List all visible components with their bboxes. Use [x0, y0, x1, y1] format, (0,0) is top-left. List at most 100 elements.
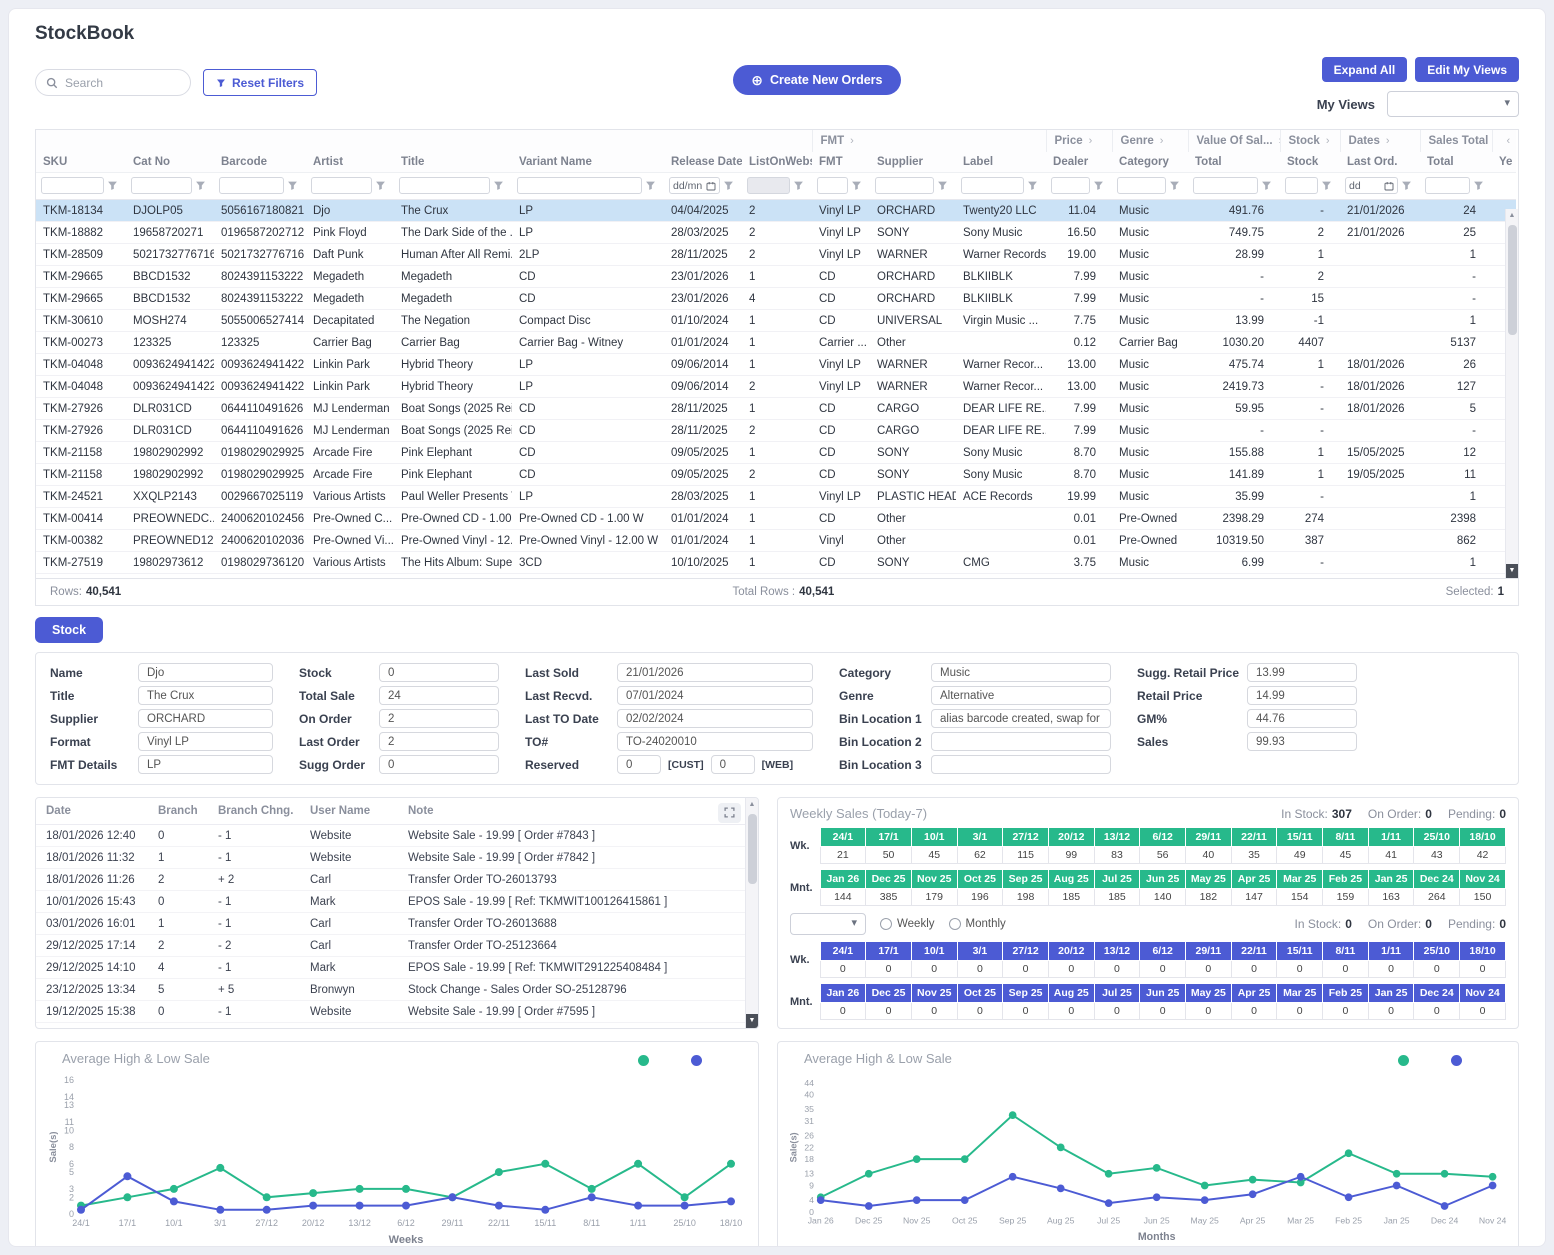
monthly-radio[interactable]: [949, 918, 961, 930]
band-chevron-icon[interactable]: ›: [1386, 135, 1390, 147]
field-input[interactable]: [931, 755, 1111, 774]
filter-input[interactable]: [223, 180, 280, 192]
history-row[interactable]: 10/01/2026 15:430- 1MarkEPOS Sale - 19.9…: [36, 891, 745, 913]
field-input[interactable]: [1247, 732, 1357, 751]
filter-funnel-icon[interactable]: [851, 180, 862, 191]
field-input[interactable]: [931, 732, 1111, 751]
table-row[interactable]: TKM-0404800936249414220093624941422Linki…: [36, 354, 1516, 376]
scroll-down-icon[interactable]: ▼: [746, 1014, 758, 1028]
scroll-down-icon[interactable]: ▼: [1506, 564, 1518, 578]
filter-funnel-icon[interactable]: [375, 180, 386, 191]
filter-funnel-icon[interactable]: [1401, 180, 1412, 191]
monthly-radio-group[interactable]: Monthly: [949, 918, 1006, 930]
filter-input[interactable]: [45, 180, 100, 192]
field-input[interactable]: [379, 663, 499, 682]
field-input[interactable]: [931, 663, 1111, 682]
vertical-scrollbar[interactable]: ▲ ▼: [1505, 209, 1518, 578]
compare-select[interactable]: ▾: [790, 913, 866, 935]
field-input[interactable]: [617, 686, 813, 705]
field-input[interactable]: [138, 663, 273, 682]
filter-input[interactable]: [821, 180, 844, 192]
filter-funnel-icon[interactable]: [1473, 180, 1484, 191]
search-input[interactable]: [65, 76, 175, 90]
scroll-up-icon[interactable]: ▲: [1506, 209, 1518, 223]
table-row[interactable]: TKM-18134DJOLP055056167180821DjoThe Crux…: [36, 200, 1516, 222]
reserved-cust-input[interactable]: [617, 755, 661, 774]
field-input[interactable]: [138, 755, 273, 774]
filter-funnel-icon[interactable]: [287, 180, 298, 191]
column-header[interactable]: FMT: [812, 152, 870, 173]
field-input[interactable]: [617, 663, 813, 682]
band-header[interactable]: Value Of Sal...›: [1188, 130, 1280, 152]
band-header[interactable]: Genre›: [1112, 130, 1188, 152]
table-row[interactable]: TKM-30610MOSH2745055006527414Decapitated…: [36, 310, 1516, 332]
band-chevron-icon[interactable]: ›: [1160, 135, 1164, 147]
table-row[interactable]: TKM-29665BBCD15328024391153222MegadethMe…: [36, 266, 1516, 288]
column-header[interactable]: Variant Name: [512, 152, 664, 173]
filter-input[interactable]: [135, 180, 188, 192]
column-header[interactable]: Category: [1112, 152, 1188, 173]
band-header[interactable]: Dates›: [1340, 130, 1420, 152]
field-input[interactable]: [379, 686, 499, 705]
stock-tab[interactable]: Stock: [35, 617, 103, 643]
table-row[interactable]: TKM-00273123325123325Carrier BagCarrier …: [36, 332, 1516, 354]
filter-funnel-icon[interactable]: [1261, 180, 1272, 191]
band-chevron-icon[interactable]: ‹: [1507, 135, 1511, 147]
filter-funnel-icon[interactable]: [1093, 180, 1104, 191]
table-row[interactable]: TKM-18882196587202710196587202712Pink Fl…: [36, 222, 1516, 244]
history-row[interactable]: 23/12/2025 13:345+ 5BronwynStock Change …: [36, 979, 745, 1001]
filter-input[interactable]: [315, 180, 368, 192]
filter-funnel-icon[interactable]: [107, 180, 118, 191]
filter-input[interactable]: [1289, 180, 1314, 192]
filter-funnel-icon[interactable]: [793, 180, 804, 191]
table-row[interactable]: TKM-0404800936249414220093624941422Linki…: [36, 376, 1516, 398]
filter-funnel-icon[interactable]: [723, 180, 734, 191]
column-header[interactable]: Cat No: [126, 152, 214, 173]
table-row[interactable]: TKM-27926DLR031CD0644110491626MJ Lenderm…: [36, 398, 1516, 420]
filter-input[interactable]: [1121, 180, 1162, 192]
band-chevron-icon[interactable]: ›: [1326, 135, 1330, 147]
filter-input[interactable]: [751, 180, 786, 192]
column-header[interactable]: Supplier: [870, 152, 956, 173]
field-input[interactable]: [138, 686, 273, 705]
column-header[interactable]: Total: [1188, 152, 1280, 173]
field-input[interactable]: [1247, 709, 1357, 728]
filter-input[interactable]: [673, 180, 706, 192]
search-box[interactable]: [35, 69, 191, 96]
edit-my-views-button[interactable]: Edit My Views: [1415, 57, 1519, 82]
column-header[interactable]: Total: [1420, 152, 1492, 173]
column-header[interactable]: Dealer: [1046, 152, 1112, 173]
history-row[interactable]: 29/12/2025 17:142- 2CarlTransfer Order T…: [36, 935, 745, 957]
filter-funnel-icon[interactable]: [1027, 180, 1038, 191]
history-row[interactable]: 03/01/2026 16:011- 1CarlTransfer Order T…: [36, 913, 745, 935]
column-header[interactable]: Release Date: [664, 152, 742, 173]
band-header[interactable]: Price›: [1046, 130, 1112, 152]
reset-filters-button[interactable]: Reset Filters: [203, 69, 317, 96]
history-row[interactable]: 18/01/2026 11:321- 1WebsiteWebsite Sale …: [36, 847, 745, 869]
weekly-radio-group[interactable]: Weekly: [880, 918, 935, 930]
field-input[interactable]: [931, 709, 1111, 728]
field-input[interactable]: [1247, 686, 1357, 705]
filter-input[interactable]: [879, 180, 930, 192]
filter-funnel-icon[interactable]: [195, 180, 206, 191]
weekly-radio[interactable]: [880, 918, 892, 930]
field-input[interactable]: [379, 755, 499, 774]
my-views-select[interactable]: ▾: [1387, 91, 1519, 117]
column-header[interactable]: Artist: [306, 152, 394, 173]
history-row[interactable]: 18/01/2026 11:262+ 2CarlTransfer Order T…: [36, 869, 745, 891]
table-row[interactable]: TKM-27519198029736120198029736120Various…: [36, 552, 1516, 574]
column-header[interactable]: Label: [956, 152, 1046, 173]
column-header[interactable]: SKU: [36, 152, 126, 173]
history-row[interactable]: 18/01/2026 12:400- 1WebsiteWebsite Sale …: [36, 825, 745, 847]
history-row[interactable]: 19/12/2025 15:380- 1WebsiteWebsite Sale …: [36, 1001, 745, 1023]
filter-funnel-icon[interactable]: [1321, 180, 1332, 191]
filter-input[interactable]: [403, 180, 486, 192]
reserved-web-input[interactable]: [711, 755, 755, 774]
filter-input[interactable]: [1349, 180, 1384, 192]
field-input[interactable]: [931, 686, 1111, 705]
field-input[interactable]: [617, 709, 813, 728]
table-row[interactable]: TKM-21158198029029920198029029925Arcade …: [36, 442, 1516, 464]
expand-all-button[interactable]: Expand All: [1322, 57, 1408, 82]
table-row[interactable]: TKM-2850950217327767165021732776716Daft …: [36, 244, 1516, 266]
scroll-up-icon[interactable]: ▲: [746, 798, 758, 812]
